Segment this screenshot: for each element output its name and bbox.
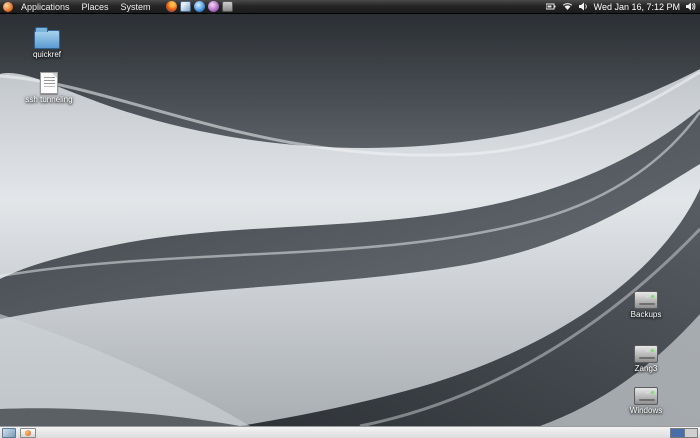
system-tray: Wed Jan 16, 7:12 PM	[546, 2, 700, 12]
terminal-launcher-icon[interactable]	[222, 1, 233, 12]
mail-launcher-icon[interactable]	[180, 1, 191, 12]
workspace-2[interactable]	[684, 429, 697, 437]
distro-logo-icon[interactable]	[3, 2, 13, 12]
desktop-screen: Applications Places System	[0, 0, 700, 438]
places-menu[interactable]: Places	[77, 0, 114, 14]
desktop-icon-windows-drive[interactable]: Windows	[617, 387, 675, 416]
icon-label: quickref	[33, 51, 61, 60]
battery-icon[interactable]	[546, 2, 557, 11]
drive-icon	[634, 291, 658, 309]
taskbar-item[interactable]	[20, 428, 36, 438]
drive-icon	[634, 387, 658, 405]
icon-label: ssh tunneling	[25, 96, 72, 105]
system-menu[interactable]: System	[116, 0, 156, 14]
desktop-icon-quickref[interactable]: quickref	[18, 26, 76, 60]
wallpaper	[0, 14, 700, 426]
desktop-icon-ssh-tunneling[interactable]: ssh tunneling	[20, 72, 78, 105]
folder-icon	[34, 30, 60, 49]
show-desktop-button[interactable]	[2, 428, 16, 438]
workspace-1[interactable]	[671, 429, 684, 437]
icon-label: Windows	[630, 407, 662, 416]
volume-icon[interactable]	[578, 2, 589, 11]
desktop-area[interactable]: quickref ssh tunneling Backups Zang3 Win…	[0, 14, 700, 426]
panel-menu-area: Applications Places System	[0, 0, 233, 14]
launcher-area	[166, 1, 233, 12]
applications-menu[interactable]: Applications	[16, 0, 75, 14]
bottom-panel	[0, 426, 700, 438]
speaker-icon[interactable]	[685, 2, 696, 11]
desktop-icon-zang3-drive[interactable]: Zang3	[617, 345, 675, 374]
icon-label: Zang3	[635, 365, 658, 374]
wifi-icon[interactable]	[562, 2, 573, 11]
text-file-icon	[40, 72, 58, 94]
firefox-launcher-icon[interactable]	[166, 1, 177, 12]
clock[interactable]: Wed Jan 16, 7:12 PM	[594, 2, 680, 12]
workspace-switcher	[670, 428, 698, 438]
browser-launcher-icon[interactable]	[194, 1, 205, 12]
icon-label: Backups	[631, 311, 662, 320]
app-window-icon	[25, 430, 31, 436]
top-panel: Applications Places System	[0, 0, 700, 14]
drive-icon	[634, 345, 658, 363]
desktop-icon-backups-drive[interactable]: Backups	[617, 291, 675, 320]
chat-launcher-icon[interactable]	[208, 1, 219, 12]
